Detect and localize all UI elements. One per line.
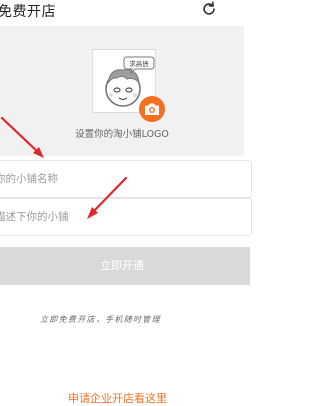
slogan-text: 立即免费开店，手机随时管理 <box>40 315 161 324</box>
logo-badge-text: 求高债 <box>129 59 149 68</box>
top-bar: 免费开店 <box>0 0 244 24</box>
logo-section: 求高债 设置你的淘小铺LOGO <box>0 26 244 156</box>
shop-name-field[interactable] <box>0 160 252 198</box>
shop-description-input[interactable] <box>0 199 225 235</box>
camera-icon[interactable] <box>139 96 165 122</box>
enterprise-apply-link[interactable]: 申请企业开店看这里 <box>68 390 208 406</box>
logo-caption: 设置你的淘小铺LOGO <box>75 129 169 140</box>
refresh-icon[interactable] <box>200 0 220 20</box>
open-shop-button[interactable]: 立即开通 <box>0 247 250 285</box>
shop-description-field[interactable] <box>0 198 252 236</box>
shop-name-input[interactable] <box>0 161 225 197</box>
page-title: 免费开店 <box>0 4 56 20</box>
